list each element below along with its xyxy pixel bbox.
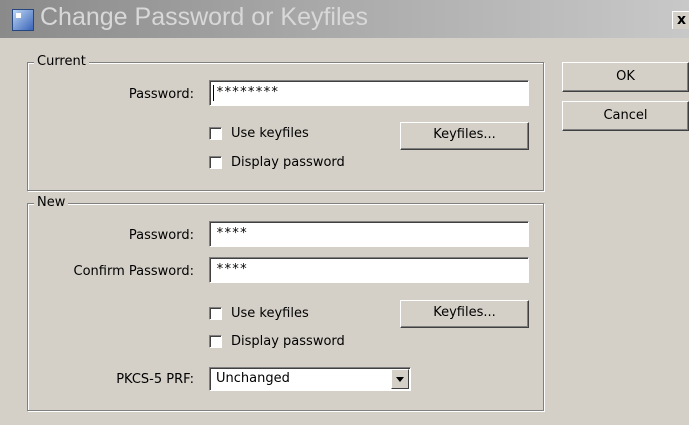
checkbox-label: Display password	[231, 155, 345, 170]
ok-button[interactable]: OK	[562, 62, 689, 92]
checkbox-box[interactable]	[209, 307, 222, 320]
window-title: Change Password or Keyfiles	[40, 3, 368, 31]
checkbox-box[interactable]	[209, 127, 222, 140]
new-password-value: ****	[216, 226, 248, 241]
new-legend: New	[34, 195, 69, 211]
new-keyfiles-button[interactable]: Keyfiles...	[400, 300, 529, 328]
current-password-label: Password:	[128, 87, 194, 102]
current-password-value: ********	[216, 85, 279, 100]
checkbox-label: Display password	[231, 334, 345, 349]
app-icon	[12, 9, 34, 31]
confirm-password-label: Confirm Password:	[73, 264, 194, 279]
current-password-field[interactable]: ********	[209, 80, 529, 106]
title-bar[interactable]: Change Password or Keyfiles x	[0, 0, 689, 38]
prf-dropdown[interactable]: Unchanged	[209, 367, 411, 391]
prf-selected-value: Unchanged	[216, 371, 290, 386]
current-keyfiles-button[interactable]: Keyfiles...	[400, 122, 529, 150]
checkbox-label: Use keyfiles	[231, 126, 309, 141]
checkbox-box[interactable]	[209, 156, 222, 169]
checkbox-label: Use keyfiles	[231, 306, 309, 321]
confirm-password-value: ****	[216, 262, 248, 277]
current-legend: Current	[34, 54, 89, 70]
close-button[interactable]: x	[672, 11, 689, 29]
new-password-label: Password:	[128, 228, 194, 243]
confirm-password-field[interactable]: ****	[209, 257, 529, 283]
chevron-down-icon[interactable]	[391, 369, 409, 389]
checkbox-box[interactable]	[209, 335, 222, 348]
new-password-field[interactable]: ****	[209, 221, 529, 247]
cancel-button[interactable]: Cancel	[562, 101, 689, 131]
change-password-dialog: Change Password or Keyfiles x Current Pa…	[0, 0, 689, 425]
text-caret	[213, 85, 214, 101]
prf-label: PKCS-5 PRF:	[116, 372, 194, 387]
